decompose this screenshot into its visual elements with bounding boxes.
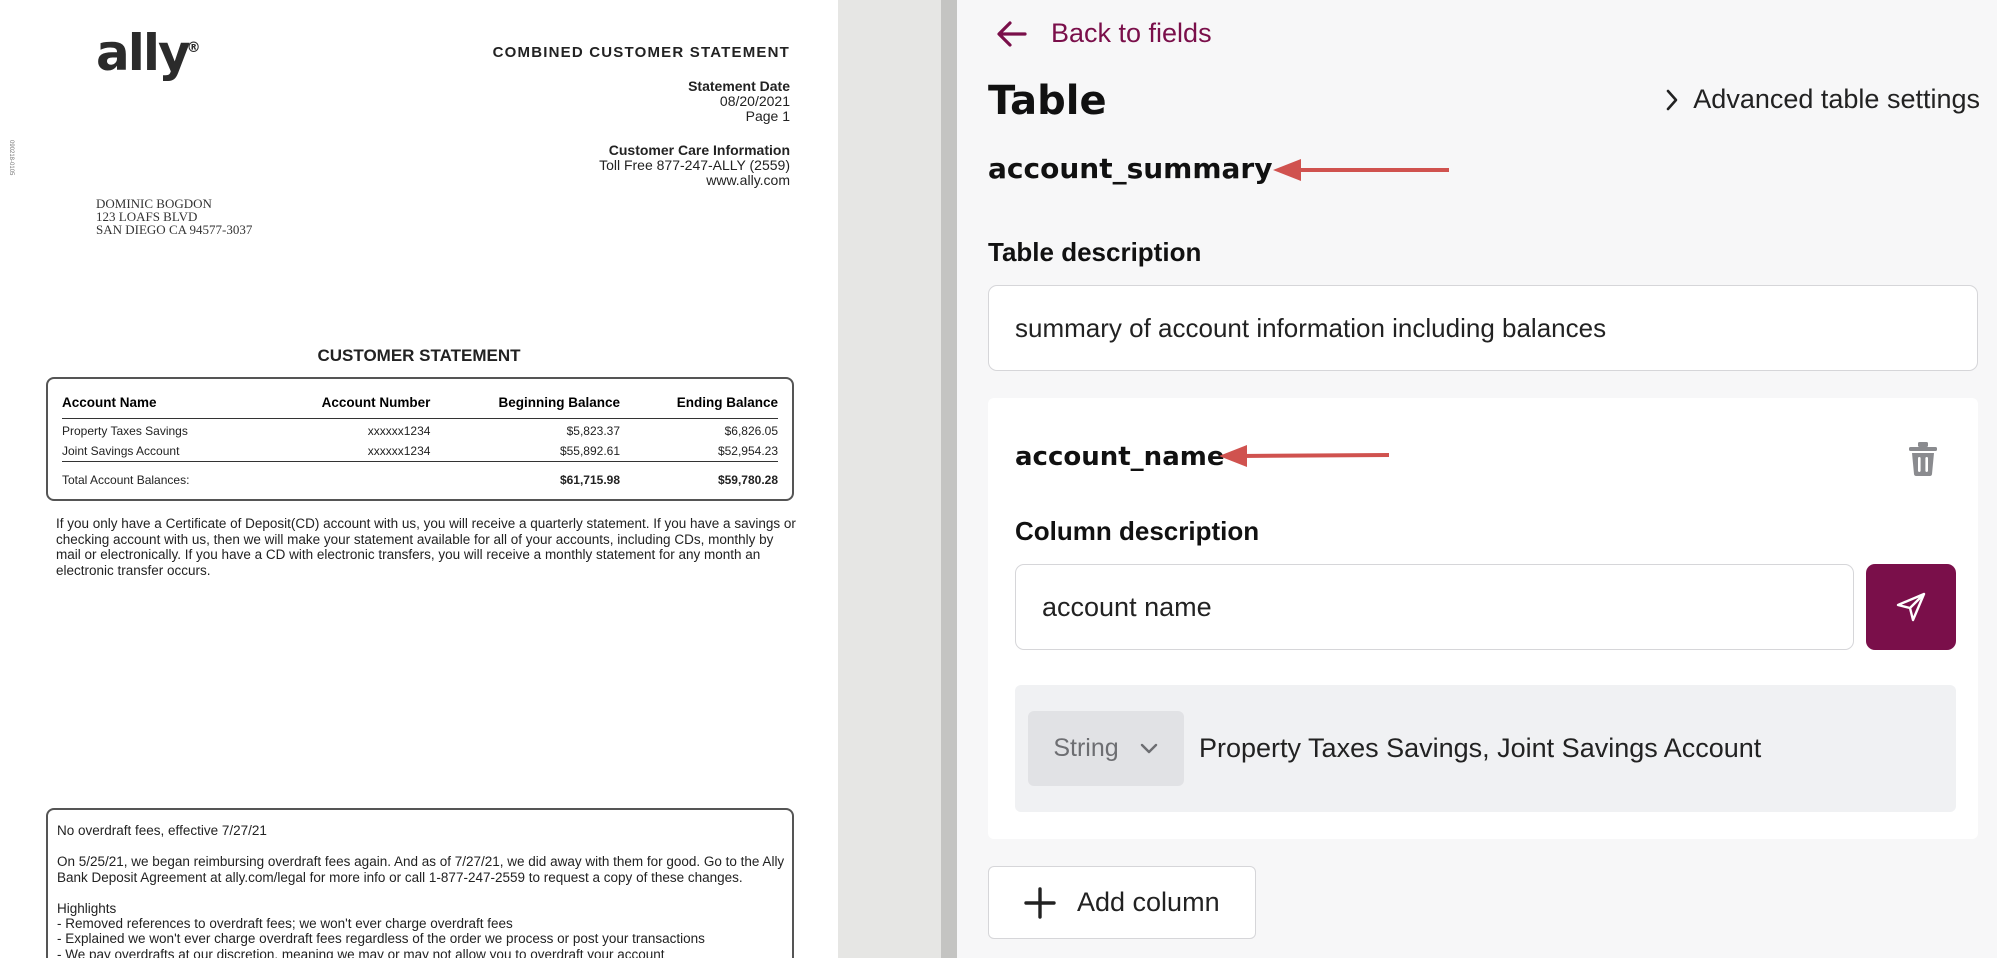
table-row: Joint Savings Account xxxxxx1234 $55,892…	[62, 441, 778, 462]
page-number: Page 1	[745, 108, 790, 124]
add-column-label: Add column	[1077, 887, 1220, 917]
statement-date-label: Statement Date	[688, 78, 790, 94]
highlights-label: Highlights	[57, 900, 117, 916]
accounts-table-box: Account Name Account Number Beginning Ba…	[46, 377, 794, 501]
table-cell: $6,826.05	[724, 424, 778, 438]
column-example-values: Property Taxes Savings, Joint Savings Ac…	[1199, 733, 1762, 763]
table-description-input[interactable]	[988, 285, 1978, 371]
column-name: account_name	[1015, 442, 1225, 472]
table-cell: xxxxxx1234	[367, 424, 431, 438]
column-description-input[interactable]	[1015, 564, 1854, 650]
table-cell: $5,823.37	[566, 424, 620, 438]
table-description-label: Table description	[988, 237, 1202, 267]
highlight-item: - Removed references to overdraft fees; …	[57, 916, 513, 932]
annotation-arrow	[1219, 445, 1390, 467]
chevron-right-icon	[1666, 89, 1678, 110]
statement-title: COMBINED CUSTOMER STATEMENT	[492, 44, 790, 61]
plus-icon	[1024, 886, 1056, 919]
send-icon	[1896, 592, 1926, 622]
notice-box: No overdraft fees, effective 7/27/21 On …	[46, 808, 794, 958]
highlight-item: - Explained we won't ever charge overdra…	[57, 931, 705, 947]
customer-statement-heading: CUSTOMER STATEMENT	[317, 346, 521, 365]
table-header: Beginning Balance	[430, 387, 620, 419]
table-config-panel: Back to fields Table Advanced table sett…	[957, 0, 1997, 958]
delete-column-button[interactable]	[1906, 440, 1940, 478]
table-name: account_summary	[988, 152, 1273, 185]
viewer-gutter	[838, 0, 941, 958]
chevron-down-icon	[1140, 743, 1157, 753]
annotation-arrow	[1273, 159, 1449, 181]
back-label: Back to fields	[1051, 18, 1212, 48]
statement-date: 08/20/2021	[719, 93, 790, 109]
arrow-left-icon	[997, 20, 1027, 47]
accounts-table: Account Name Account Number Beginning Ba…	[62, 387, 778, 490]
table-cell: Joint Savings Account	[62, 444, 180, 458]
table-header: Account Name	[62, 387, 261, 419]
back-to-fields-link[interactable]: Back to fields	[995, 18, 1212, 49]
column-description-label: Column description	[1015, 516, 1260, 546]
page-title: Table	[988, 78, 1107, 124]
table-cell: $52,954.23	[717, 444, 778, 458]
cd-note-paragraph: If you only have a Certificate of Deposi…	[56, 516, 796, 578]
table-cell: $55,892.61	[559, 444, 620, 458]
table-cell: Property Taxes Savings	[62, 424, 188, 438]
care-web: www.ally.com	[706, 172, 790, 188]
notice-title: No overdraft fees, effective 7/27/21	[57, 823, 267, 838]
table-cell	[260, 461, 431, 490]
customer-care-block: Customer Care Information Toll Free 877-…	[599, 143, 790, 188]
column-type-value: String	[1053, 734, 1119, 762]
total-row: Total Account Balances: $61,715.98 $59,7…	[62, 461, 778, 490]
table-cell: $61,715.98	[430, 461, 620, 490]
column-type-select[interactable]: String	[1028, 711, 1184, 786]
table-header: Ending Balance	[620, 387, 778, 419]
notice-body: On 5/25/21, we began reimbursing overdra…	[57, 854, 785, 885]
table-cell: Total Account Balances:	[62, 461, 261, 490]
table-header: Account Number	[260, 387, 431, 419]
address-line: SAN DIEGO CA 94577-3037	[96, 222, 253, 237]
table-row: Property Taxes Savings xxxxxx1234 $5,823…	[62, 419, 778, 442]
document-viewer[interactable]: ally® COMBINED CUSTOMER STATEMENT Statem…	[0, 0, 838, 958]
panel-resize-handle[interactable]	[941, 0, 957, 958]
trash-icon	[1909, 442, 1937, 476]
column-card: account_name Column description String	[988, 398, 1978, 839]
table-cell: xxxxxx1234	[367, 444, 431, 458]
highlight-item: - We pay overdrafts at our discretion, m…	[57, 946, 665, 958]
statement-date-block: Statement Date 08/20/2021 Page 1	[688, 79, 790, 124]
advanced-table-settings-toggle[interactable]: Advanced table settings	[1663, 84, 1980, 115]
ally-logo: ally®	[96, 24, 201, 82]
care-label: Customer Care Information	[608, 142, 790, 158]
submit-column-description-button[interactable]	[1866, 564, 1956, 650]
advanced-settings-label: Advanced table settings	[1693, 84, 1980, 114]
table-cell: $59,780.28	[620, 461, 778, 490]
side-code: 090218-0105	[8, 140, 14, 176]
care-phone: Toll Free 877-247-ALLY (2559)	[599, 157, 790, 173]
mailing-address: DOMINIC BOGDON 123 LOAFS BLVD SAN DIEGO …	[96, 197, 252, 236]
column-example-row: String Property Taxes Savings, Joint Sav…	[1015, 685, 1956, 812]
add-column-button[interactable]: Add column	[988, 866, 1256, 939]
